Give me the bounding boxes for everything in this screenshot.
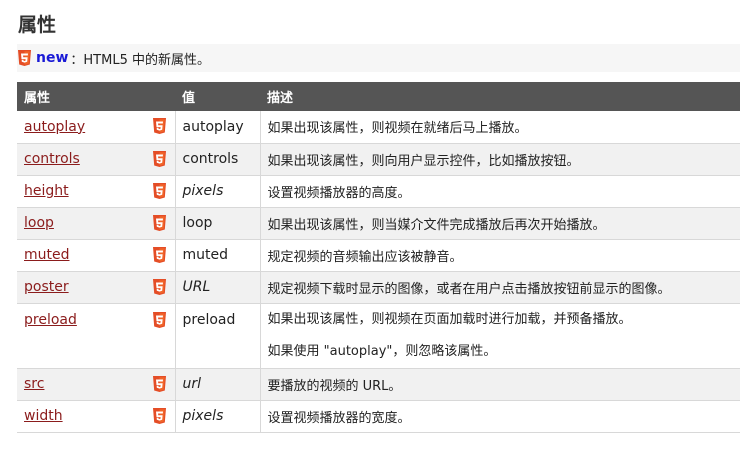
html5-icon (152, 182, 167, 200)
attributes-table: 属性 值 描述 autoplay autoplay 如果出现该属性，则视频在就绪后马… (17, 82, 740, 433)
table-row: preload preload 如果出现该属性，则视频在页面加载时进行加载，并预备播… (17, 303, 740, 369)
attribute-name-cell: autoplay (17, 111, 145, 144)
attribute-value-cell: pixels (174, 175, 260, 208)
html5-icon (17, 49, 32, 67)
attribute-name-cell: controls (17, 143, 145, 176)
html5-badge-cell (145, 111, 175, 144)
html5-icon (152, 246, 167, 264)
html5-badge-cell (145, 368, 175, 401)
attribute-description-cell: 如果出现该属性，则视频在页面加载时进行加载，并预备播放。 如果使用 "autopl… (259, 303, 740, 369)
new-label: new (36, 50, 69, 66)
attribute-value-cell: loop (174, 207, 260, 240)
table-row: poster URL 规定视频下载时显示的图像，或者在用户点击播放按钮前显示的图像。 (17, 271, 740, 304)
attribute-value-cell: autoplay (174, 111, 260, 144)
html5-badge-cell (145, 207, 175, 240)
attribute-value-cell: controls (174, 143, 260, 176)
table-body: autoplay autoplay 如果出现该属性，则视频在就绪后马上播放。 cont… (17, 111, 740, 433)
html5-icon (152, 311, 167, 329)
attribute-link-poster[interactable]: poster (24, 279, 69, 295)
attribute-name-cell: src (17, 368, 145, 401)
html5-icon (152, 278, 167, 296)
attribute-link-preload[interactable]: preload (24, 312, 77, 328)
header-value: 值 (175, 82, 260, 111)
header-attribute: 属性 (17, 82, 175, 111)
attribute-description-cell: 要播放的视频的 URL。 (259, 368, 740, 401)
description-paragraph: 如果使用 "autoplay"，则忽略该属性。 (267, 343, 497, 359)
table-row: muted muted 规定视频的音频输出应该被静音。 (17, 239, 740, 272)
table-row: loop loop 如果出现该属性，则当媒介文件完成播放后再次开始播放。 (17, 207, 740, 240)
attribute-value-cell: pixels (174, 400, 260, 433)
attribute-link-controls[interactable]: controls (24, 151, 80, 167)
section-title: 属性 (18, 14, 57, 36)
attribute-name-cell: poster (17, 271, 145, 304)
attribute-link-width[interactable]: width (24, 408, 63, 424)
new-description: ：HTML5 中的新属性。 (70, 52, 210, 68)
attribute-description-cell: 规定视频的音频输出应该被静音。 (259, 239, 740, 272)
attribute-description-cell: 设置视频播放器的宽度。 (259, 400, 740, 433)
new-attribute-legend: new ：HTML5 中的新属性。 (17, 44, 740, 72)
attribute-name-cell: muted (17, 239, 145, 272)
attribute-description-cell: 如果出现该属性，则向用户显示控件，比如播放按钮。 (259, 143, 740, 176)
attribute-name-cell: width (17, 400, 145, 433)
html5-icon (152, 407, 167, 425)
table-row: autoplay autoplay 如果出现该属性，则视频在就绪后马上播放。 (17, 111, 740, 144)
html5-badge-cell (145, 400, 175, 433)
attribute-link-src[interactable]: src (24, 376, 44, 392)
html5-badge-cell (145, 175, 175, 208)
attribute-value-cell: muted (174, 239, 260, 272)
table-row: height pixels 设置视频播放器的高度。 (17, 175, 740, 208)
html5-badge-cell (145, 239, 175, 272)
attribute-description-cell: 如果出现该属性，则视频在就绪后马上播放。 (259, 111, 740, 144)
page: 属性 new ：HTML5 中的新属性。 属性 值 描述 autoplay aut… (0, 0, 740, 454)
description-paragraph: 如果出现该属性，则视频在页面加载时进行加载，并预备播放。 (267, 311, 632, 327)
html5-icon (152, 375, 167, 393)
table-header-row: 属性 值 描述 (17, 82, 740, 111)
table-row: controls controls 如果出现该属性，则向用户显示控件，比如播放按钮。 (17, 143, 740, 176)
attribute-description-cell: 如果出现该属性，则当媒介文件完成播放后再次开始播放。 (259, 207, 740, 240)
attribute-value-cell: preload (174, 303, 260, 369)
html5-badge-cell (145, 303, 175, 369)
attribute-value-cell: url (174, 368, 260, 401)
attribute-link-muted[interactable]: muted (24, 247, 70, 263)
attribute-value-cell: URL (174, 271, 260, 304)
attribute-link-autoplay[interactable]: autoplay (24, 119, 85, 135)
html5-badge-cell (145, 143, 175, 176)
header-description: 描述 (260, 82, 740, 111)
attribute-name-cell: height (17, 175, 145, 208)
html5-icon (152, 214, 167, 232)
html5-icon (152, 150, 167, 168)
attribute-link-height[interactable]: height (24, 183, 69, 199)
table-row: src url 要播放的视频的 URL。 (17, 368, 740, 401)
html5-icon (152, 118, 167, 135)
attribute-name-cell: preload (17, 303, 145, 369)
attribute-description-cell: 规定视频下载时显示的图像，或者在用户点击播放按钮前显示的图像。 (259, 271, 740, 304)
attribute-link-loop[interactable]: loop (24, 215, 54, 231)
attribute-name-cell: loop (17, 207, 145, 240)
html5-badge-cell (145, 271, 175, 304)
attribute-description-cell: 设置视频播放器的高度。 (259, 175, 740, 208)
table-row: width pixels 设置视频播放器的宽度。 (17, 400, 740, 433)
